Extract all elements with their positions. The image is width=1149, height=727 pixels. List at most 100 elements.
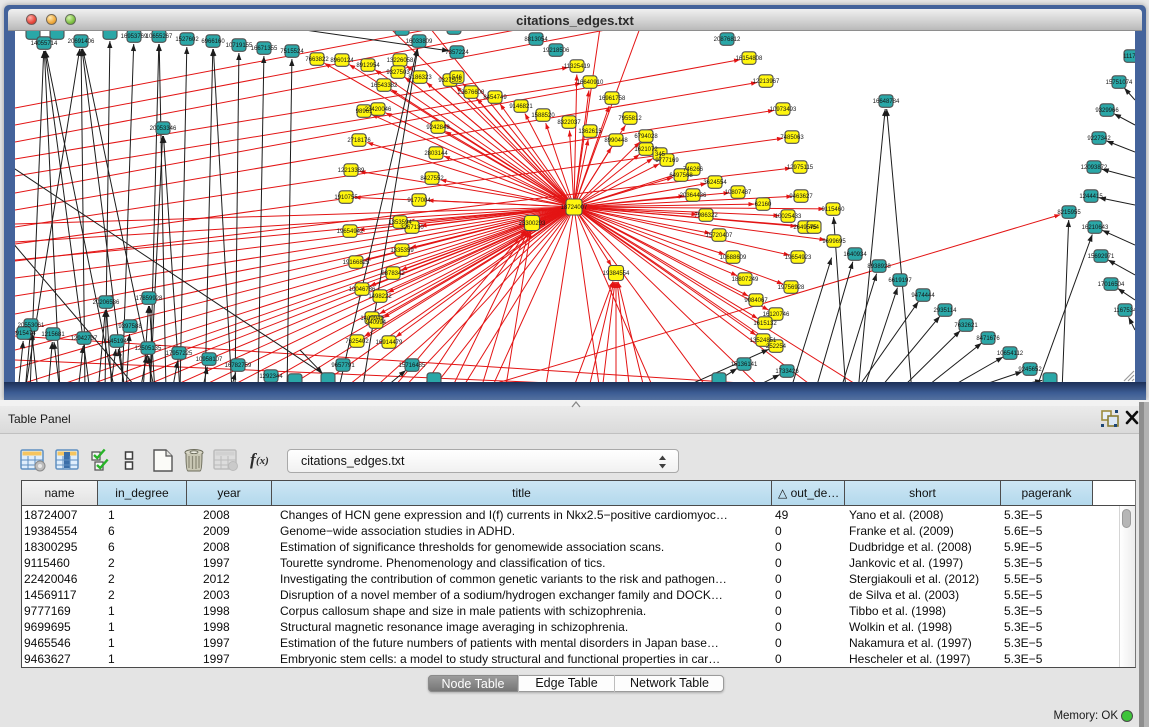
svg-text:9227342: 9227342	[1087, 136, 1111, 142]
svg-text:7515524: 7515524	[280, 49, 304, 55]
svg-text:10958107: 10958107	[196, 357, 223, 363]
svg-text:7357224: 7357224	[445, 50, 469, 56]
svg-text:2935114: 2935114	[934, 308, 958, 314]
svg-text:16648784: 16648784	[873, 99, 900, 105]
svg-text:20553061: 20553061	[18, 323, 45, 329]
svg-text:11174: 11174	[1123, 54, 1135, 60]
svg-text:9397588: 9397588	[118, 324, 142, 330]
svg-text:19654923: 19654923	[785, 255, 812, 261]
svg-text:1498222: 1498222	[368, 294, 392, 300]
svg-text:7632621: 7632621	[954, 323, 978, 329]
svg-text:98961: 98961	[356, 109, 373, 115]
svg-text:7955812: 7955812	[618, 116, 642, 122]
svg-text:14055714: 14055714	[31, 41, 58, 47]
svg-text:1733426: 1733426	[775, 369, 799, 375]
svg-text:20364436: 20364436	[680, 193, 707, 199]
svg-text:8990448: 8990448	[604, 138, 628, 144]
svg-text:7986322: 7986322	[694, 213, 718, 219]
svg-text:2803144: 2803144	[424, 151, 448, 157]
svg-text:1335359: 1335359	[390, 248, 414, 254]
svg-text:19218506: 19218506	[543, 48, 570, 54]
svg-text:12213389: 12213389	[338, 168, 365, 174]
svg-text:1215681: 1215681	[41, 332, 65, 338]
svg-text:9146821: 9146821	[509, 104, 533, 110]
svg-text:10025433: 10025433	[775, 214, 802, 220]
svg-text:8427552: 8427552	[420, 176, 444, 182]
svg-text:18724007: 18724007	[561, 205, 588, 211]
svg-text:9329966: 9329966	[1095, 108, 1119, 114]
svg-text:16961758: 16961758	[599, 96, 626, 102]
svg-text:9242848: 9242848	[426, 125, 450, 131]
svg-text:6497568: 6497568	[669, 173, 693, 179]
svg-text:16154808: 16154808	[736, 56, 763, 62]
svg-text:1292344: 1292344	[259, 374, 283, 380]
svg-text:10973493: 10973493	[770, 107, 797, 113]
svg-text:15751074: 15751074	[1106, 80, 1133, 86]
svg-text:16671355: 16671355	[251, 46, 278, 52]
svg-text:15692971: 15692971	[1088, 254, 1115, 260]
svg-text:8186323: 8186323	[408, 75, 432, 81]
svg-text:9177004: 9177004	[407, 198, 431, 204]
svg-text:8322037: 8322037	[557, 120, 581, 126]
svg-text:(x): (x)	[256, 455, 269, 467]
svg-text:1910755: 1910755	[334, 195, 358, 201]
svg-text:8878342: 8878342	[381, 271, 405, 277]
svg-text:20876812: 20876812	[714, 37, 741, 43]
svg-text:15720407: 15720407	[706, 233, 733, 239]
svg-text:8912954: 8912954	[356, 63, 380, 69]
svg-text:62160: 62160	[755, 202, 772, 208]
svg-text:16782759: 16782759	[225, 363, 252, 369]
svg-text:8813054: 8813054	[524, 37, 548, 43]
svg-text:8938928: 8938928	[867, 264, 891, 270]
svg-text:17957225: 17957225	[166, 351, 193, 357]
svg-text:17859928: 17859928	[136, 296, 163, 302]
svg-text:10655267: 10655267	[146, 34, 173, 40]
svg-text:10807487: 10807487	[725, 190, 752, 196]
svg-text:12213967: 12213967	[753, 79, 780, 85]
svg-text:3624554: 3624554	[703, 180, 727, 186]
svg-text:12505135: 12505135	[135, 346, 162, 352]
svg-text:1527602: 1527602	[175, 37, 199, 43]
svg-text:18807249: 18807249	[732, 277, 759, 283]
svg-text:16914479: 16914479	[376, 340, 403, 346]
svg-text:15716485: 15716485	[399, 363, 426, 369]
svg-text:464: 464	[809, 225, 820, 231]
svg-text:7625402: 7625402	[345, 339, 369, 345]
svg-text:9657791: 9657791	[331, 363, 355, 369]
svg-text:7663822: 7663822	[305, 57, 329, 63]
svg-text:12975115: 12975115	[787, 165, 814, 171]
svg-text:10654112: 10654112	[997, 351, 1024, 357]
svg-text:6966160: 6966160	[201, 39, 225, 45]
svg-text:11451947: 11451947	[104, 339, 131, 345]
svg-text:25300293: 25300293	[519, 221, 546, 227]
svg-text:940994: 940994	[366, 320, 387, 326]
svg-text:1244415: 1244415	[1079, 194, 1103, 200]
svg-text:10046786: 10046786	[349, 287, 376, 293]
svg-text:8215955: 8215955	[1057, 210, 1081, 216]
svg-text:16953769: 16953769	[121, 34, 148, 40]
svg-text:6794028: 6794028	[634, 134, 658, 140]
svg-text:3915474: 3915474	[15, 331, 36, 337]
svg-text:16120746: 16120746	[763, 312, 790, 318]
svg-text:19756928: 19756928	[778, 285, 805, 291]
svg-text:20206536: 20206536	[93, 300, 120, 306]
svg-text:9699695: 9699695	[822, 239, 846, 245]
svg-text:16543382: 16543382	[371, 83, 398, 89]
svg-text:19384554: 19384554	[603, 271, 630, 277]
svg-text:8471676: 8471676	[976, 336, 1000, 342]
svg-text:8454749: 8454749	[483, 95, 507, 101]
svg-text:6619197: 6619197	[888, 278, 912, 284]
svg-text:10688609: 10688609	[720, 255, 747, 261]
svg-text:9777169: 9777169	[655, 158, 679, 164]
svg-text:20053346: 20053346	[150, 126, 177, 132]
svg-text:9245652: 9245652	[1018, 367, 1042, 373]
svg-text:1615132: 1615132	[753, 321, 777, 327]
svg-text:23676608: 23676608	[458, 90, 485, 96]
svg-text:1167534: 1167534	[1114, 308, 1135, 314]
svg-text:17016504: 17016504	[1098, 282, 1125, 288]
svg-text:1362615: 1362615	[578, 129, 602, 135]
svg-text:16210643: 16210643	[1082, 225, 1109, 231]
svg-text:1640934: 1640934	[843, 252, 867, 258]
svg-text:9115460: 9115460	[822, 207, 846, 213]
svg-text:7485063: 7485063	[780, 135, 804, 141]
